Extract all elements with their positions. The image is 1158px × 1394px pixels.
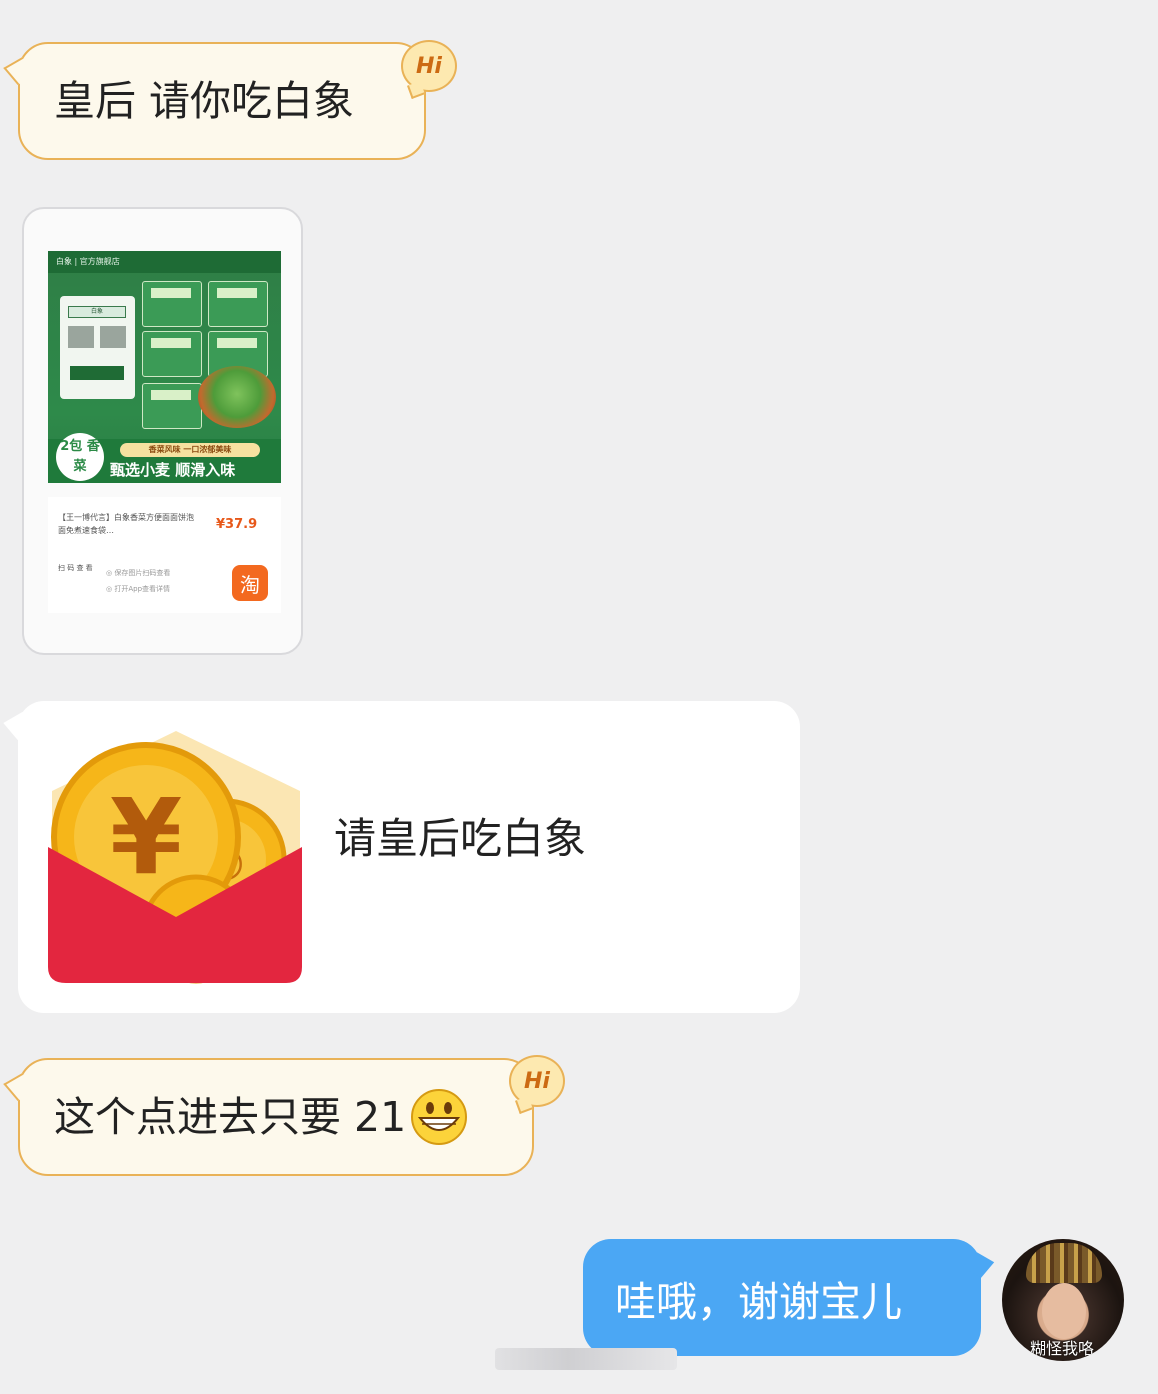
watermark-smudge	[495, 1348, 677, 1370]
incoming-message-bubble[interactable]: 皇后 请你吃白象	[18, 42, 426, 160]
message-text: 哇哦，谢谢宝儿	[615, 1277, 902, 1326]
product-image-panel: 白象	[60, 296, 135, 399]
product-price: ¥37.9	[216, 517, 258, 532]
grinning-face-emoji-icon	[411, 1089, 468, 1145]
product-share-card[interactable]: 白象 | 官方旗舰店 白象 香菜风味 一口浓郁美味 甄选小麦 顺滑入味 2包 香…	[22, 207, 303, 655]
product-hint: ◎ 保存图片扫码查看 ◎ 打开App查看详情	[106, 569, 171, 593]
product-title: 【王一博代言】白象香菜方便面面饼泡面免煮速食袋…	[58, 513, 194, 535]
noodle-bowl-image	[198, 366, 276, 428]
svg-text:¥: ¥	[110, 776, 182, 898]
red-packet-label: 请皇后吃白象	[334, 814, 587, 863]
message-text: 皇后 请你吃白象	[54, 76, 355, 125]
qr-code-icon: 扫 码 查 看	[58, 564, 93, 572]
product-badge: 2包 香菜	[56, 433, 104, 481]
message-text: 这个点进去只要 21	[54, 1092, 407, 1141]
hi-bubble-badge-icon: Hi	[401, 40, 457, 92]
hi-bubble-badge-icon: Hi	[509, 1055, 565, 1107]
outgoing-message-bubble[interactable]: 哇哦，谢谢宝儿	[583, 1239, 981, 1356]
product-image: 白象 | 官方旗舰店 白象 香菜风味 一口浓郁美味 甄选小麦 顺滑入味 2包 香…	[48, 251, 281, 483]
incoming-message-bubble[interactable]: 这个点进去只要 21	[18, 1058, 534, 1176]
avatar-watermark: 糊怪我咯	[1030, 1339, 1095, 1358]
red-packet-message[interactable]: ◎ ¥ 请皇后吃白象	[18, 701, 800, 1013]
taobao-app-icon[interactable]: 淘	[232, 565, 268, 601]
product-info: 【王一博代言】白象香菜方便面面饼泡面免煮速食袋… ¥37.9 扫 码 查 看 ◎…	[48, 497, 281, 613]
shop-name: 白象 | 官方旗舰店	[48, 251, 281, 273]
red-packet-icon: ◎ ¥	[48, 731, 302, 984]
avatar[interactable]: 糊怪我咯	[1002, 1239, 1124, 1361]
